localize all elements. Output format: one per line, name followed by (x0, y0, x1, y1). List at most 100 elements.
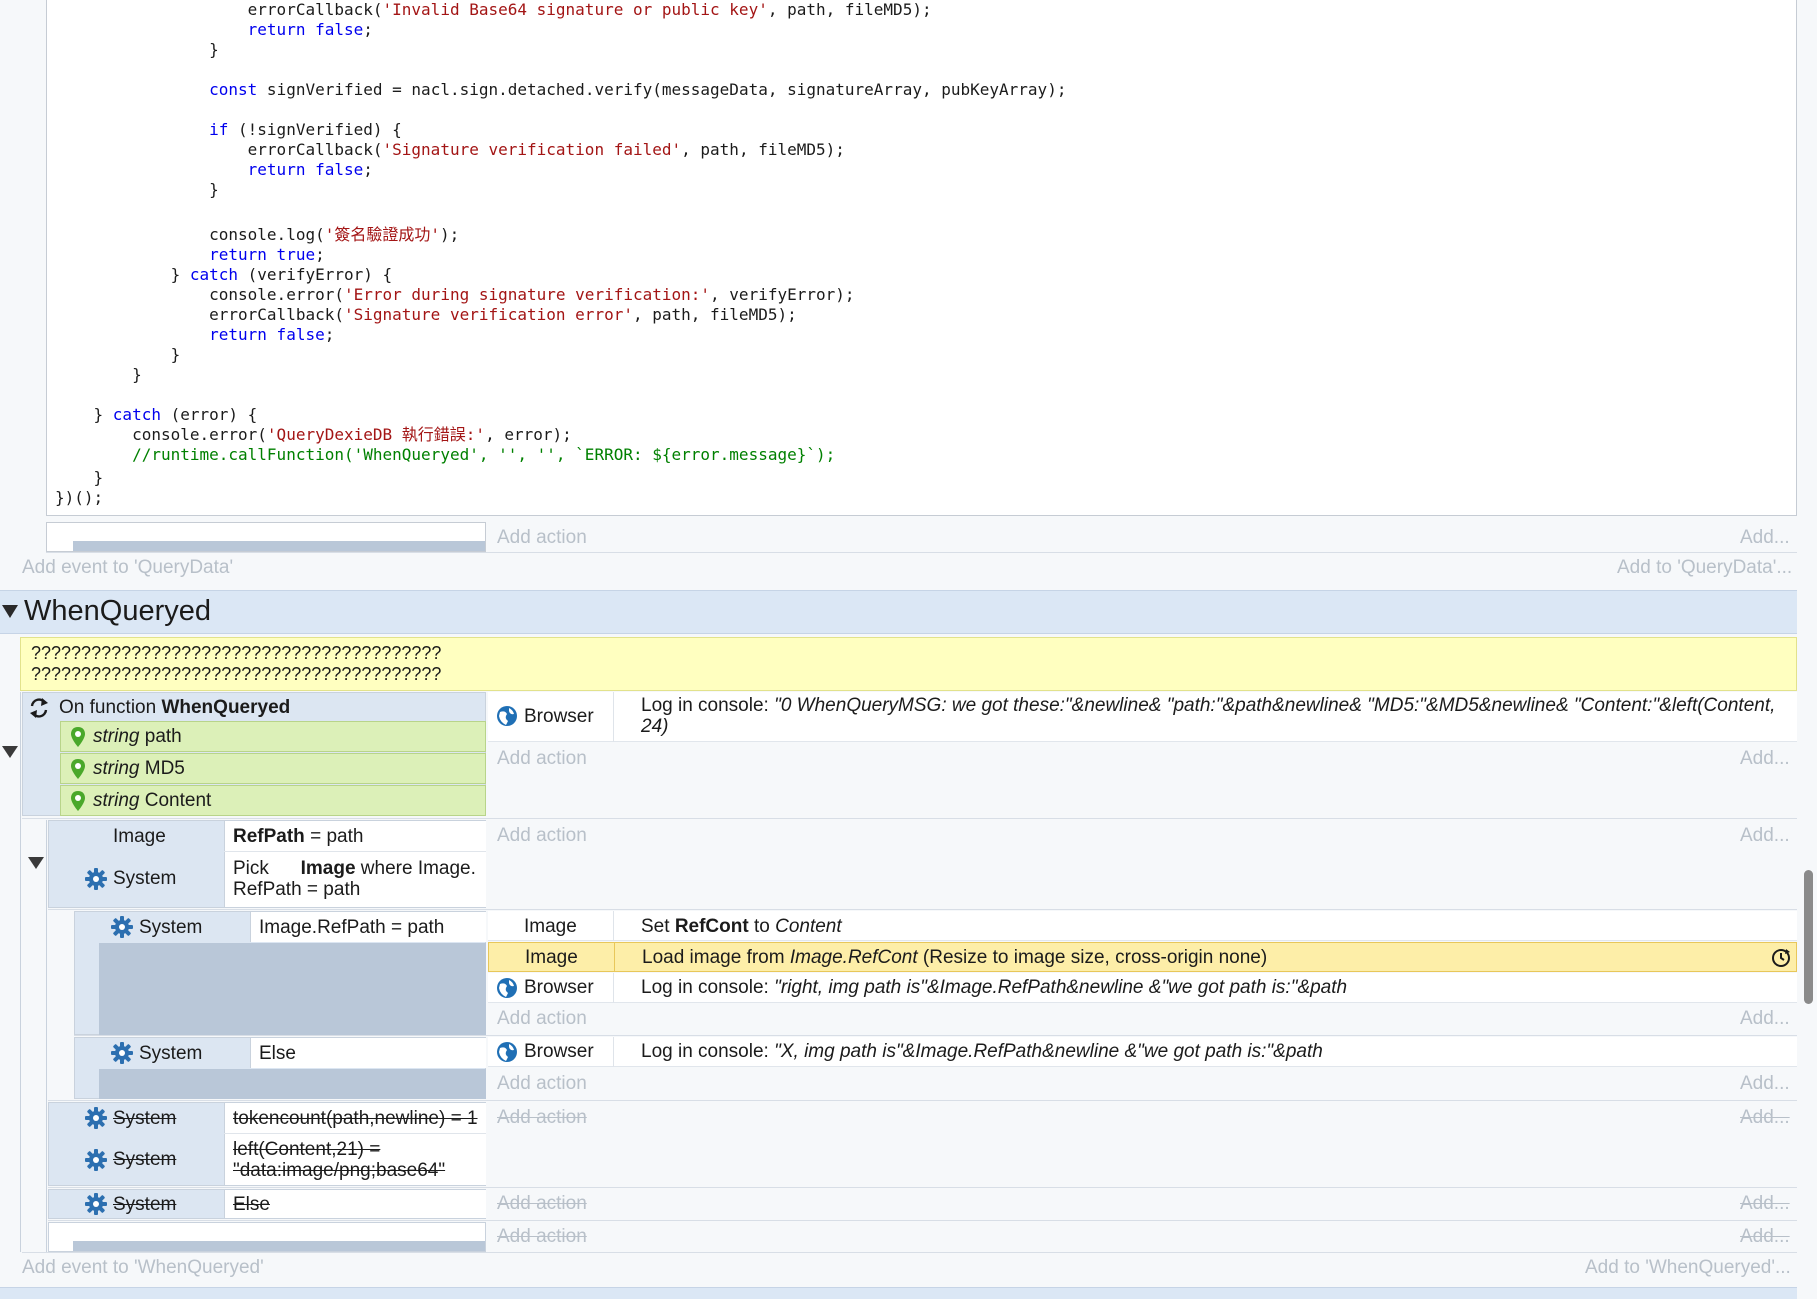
add-action-link[interactable]: Add action (497, 1226, 587, 1248)
add-action-menu[interactable]: Add... (1740, 1226, 1790, 1248)
code-line: } catch (verifyError) { (55, 265, 393, 285)
collapse-triangle-icon[interactable] (2, 605, 18, 619)
indent-bar (73, 541, 485, 551)
event-sheet-editor: { "code": { "lines": [ {"indent":" ","pa… (0, 0, 1817, 1299)
code-line: })(); (55, 488, 103, 508)
add-action-menu[interactable]: Add... (1740, 1073, 1790, 1095)
condition-text[interactable]: Else (259, 1043, 296, 1065)
code-line: } (55, 365, 142, 385)
action-variable: RefCont (674, 916, 749, 937)
empty-condition-row[interactable] (46, 522, 486, 552)
code-line: } (55, 468, 104, 488)
condition-text[interactable]: Image.RefPath = path (259, 917, 444, 939)
action-text[interactable]: Log in console: "X, img path is"&Image.R… (641, 1041, 1323, 1063)
code-token: (!signVerified) { (228, 120, 402, 139)
add-to-menu[interactable]: Add to 'QueryData'... (1617, 557, 1792, 579)
action-expression: "0 WhenQueryMSG: we got these:"&newline&… (641, 695, 1776, 737)
add-action-menu[interactable]: Add... (1740, 748, 1790, 770)
add-action-menu[interactable]: Add... (1740, 527, 1790, 549)
async-clock-icon (1772, 949, 1790, 967)
pick-text: where Image. (355, 858, 476, 879)
condition-text[interactable]: tokencount(path,newline) = 1 (233, 1108, 478, 1130)
action-label: to (748, 916, 776, 937)
action-row[interactable]: Browser Log in console: "X, img path is"… (488, 1037, 1797, 1067)
add-to-menu[interactable]: Add to 'WhenQueryed'... (1585, 1257, 1791, 1279)
code-token: 'Invalid Base64 signature or public key' (382, 0, 768, 19)
code-token: return true (209, 245, 316, 264)
condition-object: System (113, 1194, 177, 1215)
action-row[interactable]: Browser Log in console: "right, img path… (488, 973, 1797, 1003)
code-token: } (93, 405, 113, 424)
param-name: MD5 (144, 758, 185, 779)
add-action-menu[interactable]: Add... (1740, 1107, 1790, 1129)
add-action-menu[interactable]: Add... (1740, 1008, 1790, 1030)
map-pin-icon (71, 759, 85, 779)
code-token: return false (247, 160, 364, 179)
event-block[interactable]: Image RefPath = path System Pick Image w… (48, 820, 486, 908)
code-token: , path, fileMD5); (767, 0, 932, 19)
action-row-selected[interactable]: Image Load image from Image.RefCont (Res… (488, 942, 1797, 972)
code-line: } (55, 345, 181, 365)
script-code-editor[interactable]: errorCallback('Invalid Base64 signature … (46, 0, 1797, 516)
action-text[interactable]: Log in console: "0 WhenQueryMSG: we got … (641, 695, 1791, 737)
action-text[interactable]: Log in console: "right, img path is"&Ima… (641, 977, 1347, 999)
scrollbar-thumb[interactable] (1804, 870, 1813, 1004)
disabled-event-block[interactable]: System tokencount(path,newline) = 1 Syst… (48, 1102, 486, 1186)
function-param-row[interactable]: string Content (60, 785, 486, 816)
add-action-link[interactable]: Add action (497, 1008, 587, 1030)
empty-condition-row[interactable] (48, 1222, 486, 1252)
add-action-link[interactable]: Add action (497, 1193, 587, 1215)
add-action-link[interactable]: Add action (497, 1107, 587, 1129)
collapse-triangle-icon[interactable] (2, 746, 18, 759)
function-param-row[interactable]: string path (60, 721, 486, 752)
param-type: string (93, 758, 140, 779)
code-token: } (209, 180, 219, 199)
code-token: console.error( (132, 425, 267, 444)
add-action-menu[interactable]: Add... (1740, 825, 1790, 847)
code-line: return false; (55, 325, 334, 345)
condition-text[interactable]: left(Content,21) = "data:image/png;base64… (233, 1139, 445, 1181)
next-group-header[interactable] (0, 1287, 1797, 1299)
sub-event-block[interactable]: System Image.RefPath = path (74, 911, 486, 1035)
code-token: console.error( (209, 285, 344, 304)
add-action-link[interactable]: Add action (497, 527, 587, 549)
disabled-event-block[interactable]: System Else (48, 1189, 486, 1219)
add-action-menu[interactable]: Add... (1740, 1193, 1790, 1215)
code-line: } (55, 40, 219, 60)
condition-line: "data:image/png;base64" (233, 1160, 446, 1181)
function-param-row[interactable]: string MD5 (60, 753, 486, 784)
code-line: } catch (error) { (55, 405, 258, 425)
add-event-link[interactable]: Add event to 'WhenQueryed' (22, 1257, 264, 1279)
action-text[interactable]: Load image from Image.RefCont (Resize to… (642, 947, 1267, 969)
action-row[interactable]: Image Set RefCont to Content (488, 911, 1797, 941)
sub-event-block[interactable]: System Else (74, 1037, 486, 1099)
vertical-scrollbar[interactable] (1800, 0, 1817, 1299)
action-text[interactable]: Set RefCont to Content (641, 916, 842, 938)
pick-label: Pick (233, 858, 269, 879)
code-token: } (93, 468, 104, 487)
group-header[interactable]: WhenQueryed (0, 590, 1797, 634)
function-trigger[interactable]: On function WhenQueryed (59, 697, 290, 719)
action-expression: Image.RefCont (789, 947, 918, 968)
code-line: } (55, 180, 219, 200)
add-action-link[interactable]: Add action (497, 748, 587, 770)
action-label: Set (641, 916, 675, 937)
add-action-link[interactable]: Add action (497, 825, 587, 847)
code-token: (error) { (160, 405, 258, 424)
system-gear-icon (111, 1042, 133, 1064)
code-line: errorCallback('Invalid Base64 signature … (55, 0, 932, 20)
add-action-link[interactable]: Add action (497, 1073, 587, 1095)
code-token: })(); (55, 488, 104, 507)
condition-text[interactable]: Pick Image where Image. RefPath = path (233, 858, 476, 900)
code-token: catch (112, 405, 161, 424)
action-label: (Resize to image size, cross-origin none… (917, 947, 1268, 968)
condition-text[interactable]: Else (233, 1194, 270, 1216)
browser-globe-icon (497, 978, 517, 998)
add-event-link[interactable]: Add event to 'QueryData' (22, 557, 233, 579)
condition-text[interactable]: RefPath = path (233, 826, 363, 848)
code-token: } (170, 345, 181, 364)
collapse-triangle-icon[interactable] (28, 857, 44, 870)
code-token: 'Signature verification failed' (382, 140, 682, 159)
comment-block[interactable]: ????????????????????????????????????????… (20, 637, 1797, 691)
action-row[interactable]: Browser Log in console: "0 WhenQueryMSG:… (488, 692, 1797, 742)
